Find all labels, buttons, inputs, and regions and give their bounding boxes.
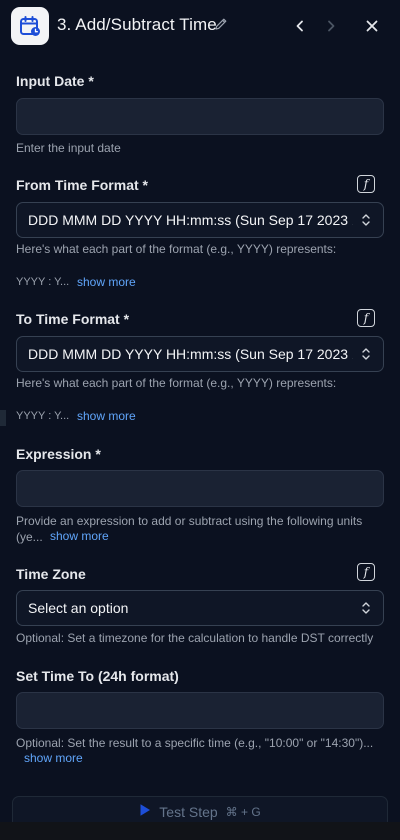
formula-icon[interactable]: f <box>357 563 375 581</box>
from-format-help: Here's what each part of the format (e.g… <box>16 242 337 256</box>
time-zone-value: Select an option <box>28 600 129 616</box>
drag-handle[interactable] <box>0 410 6 426</box>
input-date-label: Input Date * <box>16 73 94 89</box>
input-date-field[interactable] <box>16 98 384 135</box>
set-time-label: Set Time To (24h format) <box>16 668 179 684</box>
expression-show-more[interactable]: show more <box>50 529 109 543</box>
from-format-show-more[interactable]: show more <box>77 275 136 289</box>
play-icon <box>139 803 151 822</box>
to-format-value: DDD MMM DD YYYY HH:mm:ss (Sun Sep 17 202… <box>28 346 353 362</box>
input-date-help: Enter the input date <box>16 141 121 155</box>
test-step-label: Test Step <box>159 804 218 820</box>
time-zone-select[interactable]: Select an option <box>16 590 384 626</box>
pencil-icon[interactable] <box>214 17 228 36</box>
to-format-select[interactable]: DDD MMM DD YYYY HH:mm:ss (Sun Sep 17 202… <box>16 336 384 372</box>
time-zone-help: Optional: Set a timezone for the calcula… <box>16 631 374 645</box>
to-format-snippet: YYYY : Y... <box>16 410 70 422</box>
time-zone-label: Time Zone <box>16 566 86 582</box>
chevron-left-icon[interactable] <box>290 16 310 36</box>
from-format-value: DDD MMM DD YYYY HH:mm:ss (Sun Sep 17 202… <box>28 212 353 228</box>
to-format-help: Here's what each part of the format (e.g… <box>16 376 337 390</box>
expression-help-cont: (ye... <box>16 530 43 544</box>
from-format-select[interactable]: DDD MMM DD YYYY HH:mm:ss (Sun Sep 17 202… <box>16 202 384 238</box>
close-icon[interactable] <box>362 16 382 36</box>
chevron-up-down-icon <box>361 601 371 618</box>
bottom-bar <box>0 822 400 840</box>
step-header: 3. Add/Subtract Time <box>0 0 400 52</box>
chevron-up-down-icon <box>361 213 371 230</box>
step-title: 3. Add/Subtract Time <box>57 15 217 34</box>
formula-icon[interactable]: f <box>357 175 375 193</box>
expression-field[interactable] <box>16 470 384 507</box>
expression-help: Provide an expression to add or subtract… <box>16 514 363 528</box>
formula-icon[interactable]: f <box>357 309 375 327</box>
set-time-field[interactable] <box>16 692 384 729</box>
from-format-label: From Time Format * <box>16 177 148 193</box>
chevron-right-icon[interactable] <box>321 16 341 36</box>
expression-label: Expression * <box>16 446 101 462</box>
set-time-help: Optional: Set the result to a specific t… <box>16 736 374 750</box>
chevron-up-down-icon <box>361 347 371 364</box>
to-format-show-more[interactable]: show more <box>77 409 136 423</box>
set-time-show-more[interactable]: show more <box>24 751 83 765</box>
calendar-clock-icon <box>11 7 49 45</box>
test-step-shortcut: ⌘ + G <box>225 805 261 819</box>
from-format-snippet: YYYY : Y... <box>16 276 70 288</box>
to-format-label: To Time Format * <box>16 311 130 327</box>
